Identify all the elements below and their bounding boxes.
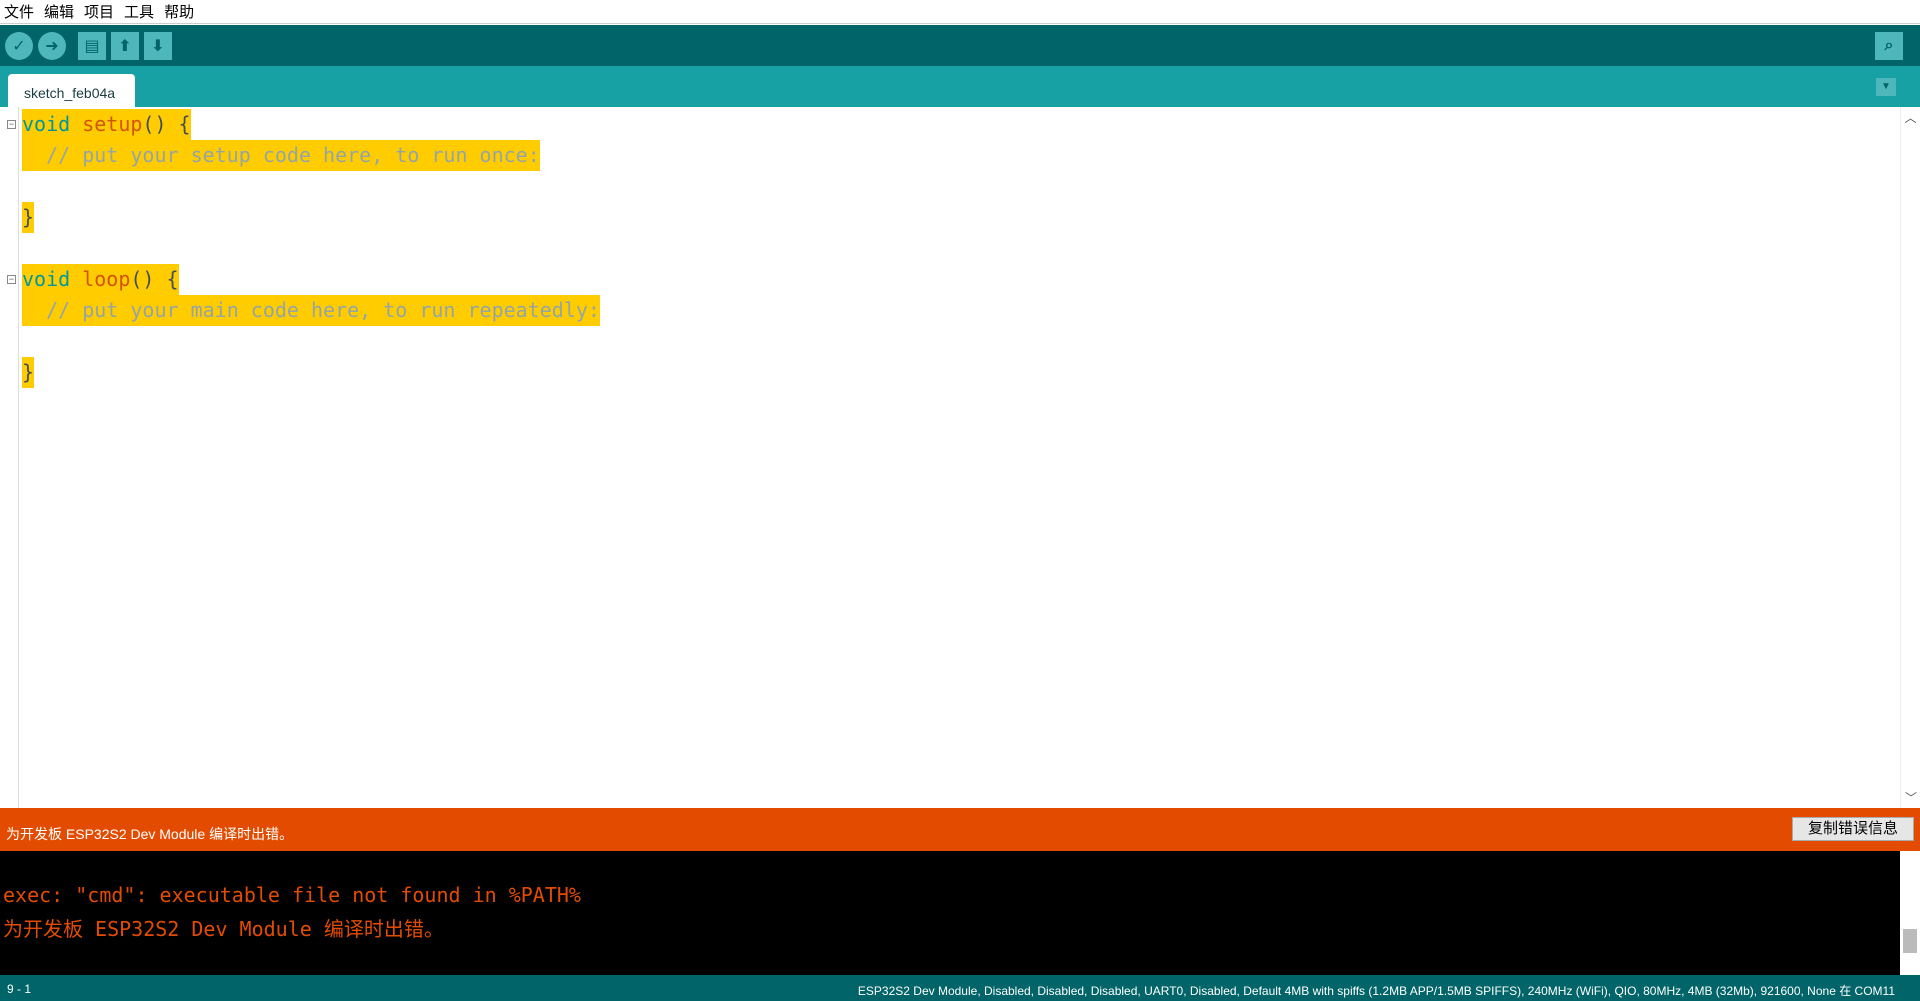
save-button[interactable]: ⬇ bbox=[144, 32, 172, 60]
open-button[interactable]: ⬆ bbox=[111, 32, 139, 60]
code-editor[interactable]: − − void setup() { // put your setup cod… bbox=[0, 107, 1920, 808]
arrow-right-icon: ➜ bbox=[45, 38, 59, 55]
fold-icon[interactable]: − bbox=[7, 275, 16, 284]
tab-bar: sketch_feb04a ▼ bbox=[0, 66, 1920, 107]
menu-file[interactable]: 文件 bbox=[4, 1, 34, 22]
code-comment: // put your setup code here, to run once… bbox=[22, 140, 540, 171]
board-info: ESP32S2 Dev Module, Disabled, Disabled, … bbox=[857, 984, 1895, 998]
copy-error-button[interactable]: 复制错误信息 bbox=[1792, 817, 1914, 841]
keyword: void bbox=[22, 267, 71, 291]
error-message: 为开发板 ESP32S2 Dev Module 编译时出错。 bbox=[6, 826, 294, 842]
function-name: setup bbox=[70, 112, 143, 136]
code-text: () { bbox=[130, 267, 179, 291]
console-line: 为开发板 ESP32S2 Dev Module 编译时出错。 bbox=[3, 917, 444, 941]
menu-sketch[interactable]: 项目 bbox=[84, 1, 114, 22]
console-line: exec: "cmd": executable file not found i… bbox=[3, 883, 581, 907]
console: exec: "cmd": executable file not found i… bbox=[0, 851, 1920, 975]
new-file-icon: ▤ bbox=[84, 38, 100, 55]
scroll-down-icon[interactable]: ﹀ bbox=[1901, 789, 1920, 806]
verify-button[interactable]: ✓ bbox=[5, 32, 33, 60]
menu-tools[interactable]: 工具 bbox=[124, 1, 154, 22]
console-scrollbar[interactable] bbox=[1900, 851, 1920, 975]
menu-help[interactable]: 帮助 bbox=[164, 1, 194, 22]
tab-sketch[interactable]: sketch_feb04a bbox=[8, 74, 135, 107]
code-line: void setup() { bbox=[22, 109, 191, 140]
editor-scrollbar[interactable]: ︿ ﹀ bbox=[1900, 107, 1920, 808]
code-line: } bbox=[22, 357, 35, 388]
chevron-down-icon: ▼ bbox=[1881, 81, 1891, 92]
new-button[interactable]: ▤ bbox=[78, 32, 106, 60]
check-icon: ✓ bbox=[12, 38, 26, 55]
menu-bar: 文件 编辑 项目 工具 帮助 bbox=[0, 0, 1920, 24]
arrow-down-icon: ⬇ bbox=[151, 38, 165, 55]
code-line: void loop() { bbox=[22, 264, 179, 295]
magnifier-icon: ⌕ bbox=[1884, 37, 1894, 54]
menu-edit[interactable]: 编辑 bbox=[44, 1, 74, 22]
code-comment: // put your main code here, to run repea… bbox=[22, 295, 600, 326]
cursor-position: 9 - 1 bbox=[7, 982, 32, 996]
fold-icon[interactable]: − bbox=[7, 120, 16, 129]
serial-monitor-button[interactable]: ⌕ bbox=[1875, 32, 1903, 60]
arrow-up-icon: ⬆ bbox=[118, 38, 132, 55]
scroll-thumb[interactable] bbox=[1903, 929, 1917, 953]
code-text: () { bbox=[142, 112, 191, 136]
gutter: − − bbox=[0, 107, 19, 808]
toolbar: ✓ ➜ ▤ ⬆ ⬇ ⌕ bbox=[0, 25, 1920, 66]
scroll-up-icon[interactable]: ︿ bbox=[1901, 109, 1920, 126]
tab-menu-button[interactable]: ▼ bbox=[1876, 78, 1896, 96]
function-name: loop bbox=[70, 267, 131, 291]
code-line: } bbox=[22, 202, 35, 233]
status-bar: 9 - 1 ESP32S2 Dev Module, Disabled, Disa… bbox=[0, 975, 1920, 1001]
keyword: void bbox=[22, 112, 71, 136]
upload-button[interactable]: ➜ bbox=[38, 32, 66, 60]
message-bar: 为开发板 ESP32S2 Dev Module 编译时出错。 复制错误信息 bbox=[0, 808, 1920, 851]
